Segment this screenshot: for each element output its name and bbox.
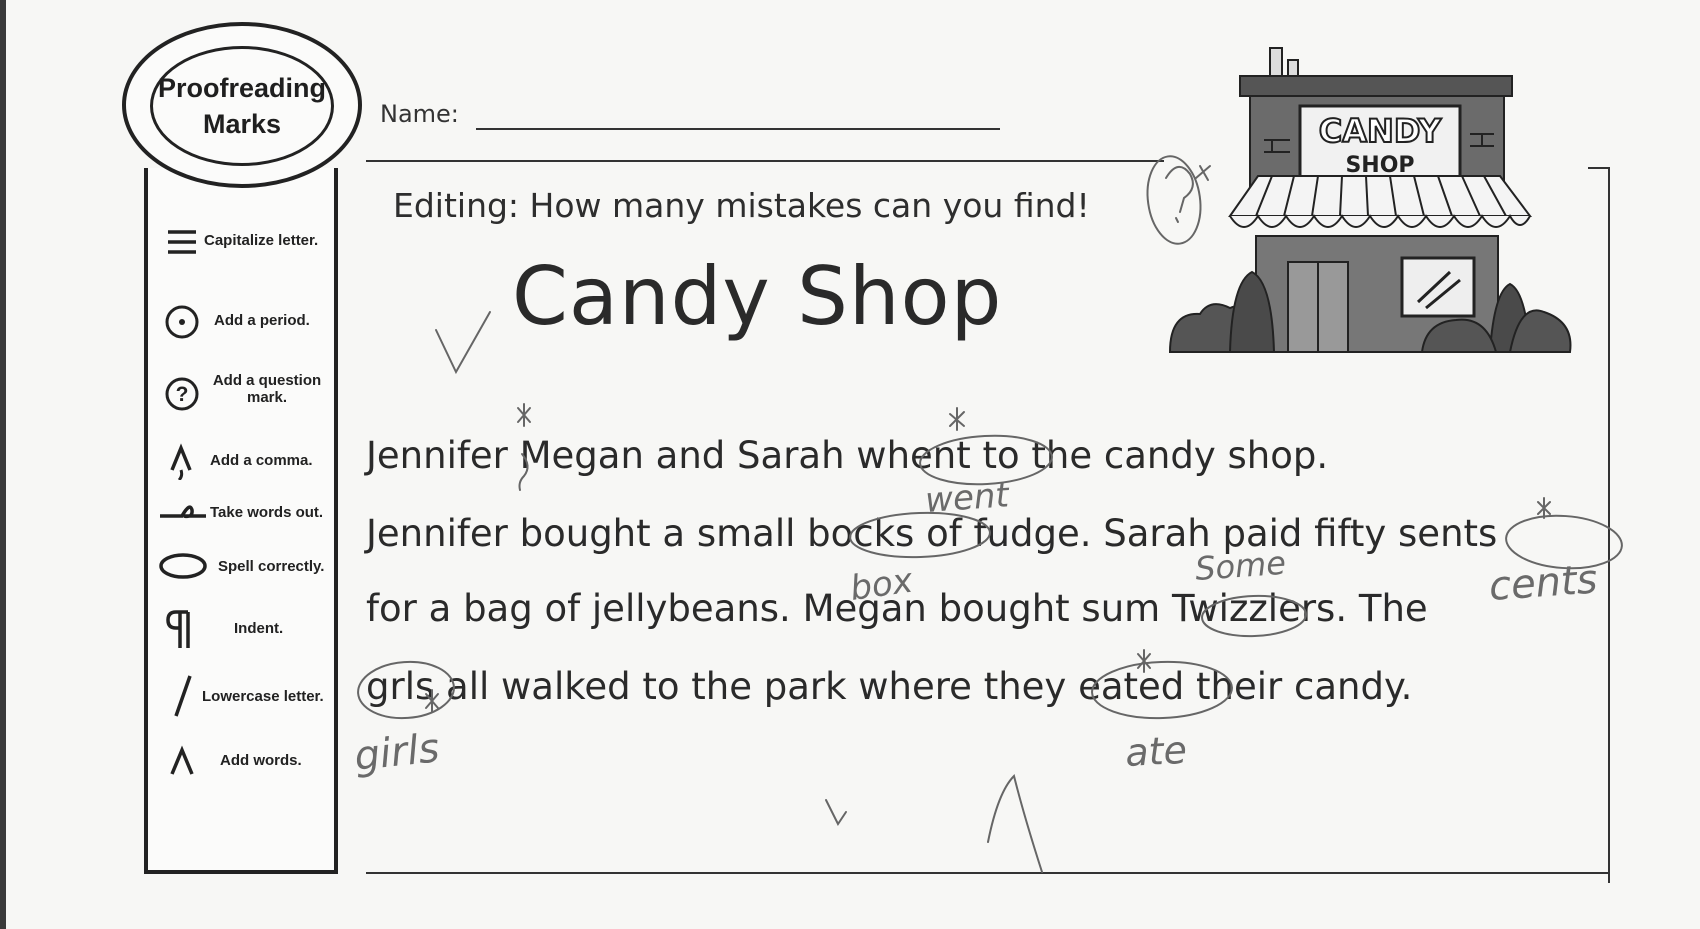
right-rule xyxy=(1608,167,1610,883)
mark-label-spell: Spell correctly. xyxy=(218,558,325,575)
mark-item-lowercase: Lowercase letter. xyxy=(148,670,334,720)
proofreading-marks-title: Proofreading Marks xyxy=(150,46,334,166)
lowercase-mark-icon xyxy=(174,675,192,717)
correction-ate: ate xyxy=(1124,728,1188,775)
story-line-3: for a bag of jellybeans. Megan bought su… xyxy=(366,587,1428,630)
mark-label-comma: Add a comma. xyxy=(210,452,313,469)
star-mark xyxy=(949,407,965,431)
proofreading-marks-title-text: Proofreading Marks xyxy=(157,73,326,139)
top-rule xyxy=(366,160,1164,162)
name-label: Name: xyxy=(380,100,459,128)
bottom-rule xyxy=(366,872,1610,874)
caret-mark-icon xyxy=(170,745,194,775)
story-line-4: grls all walked to the park where they e… xyxy=(366,665,1413,708)
indent-mark-icon xyxy=(166,610,190,648)
period-mark-icon xyxy=(165,305,199,339)
mark-item-spell: Spell correctly. xyxy=(148,546,334,586)
story-line-2: Jennifer bought a small bocks of fudge. … xyxy=(366,512,1498,555)
editing-prompt: Editing: How many mistakes can you find! xyxy=(393,186,1090,225)
scan-edge xyxy=(0,0,6,929)
mark-label-indent: Indent. xyxy=(234,620,284,637)
svg-text:?: ? xyxy=(176,383,189,406)
circle-sents xyxy=(1505,514,1623,570)
mark-item-comma: Add a comma. xyxy=(148,440,334,480)
mark-label-capitalize: Capitalize letter. xyxy=(204,232,319,249)
mark-item-question: ? Add a question mark. xyxy=(148,368,334,418)
star-mark xyxy=(517,403,531,427)
mark-label-add-words: Add words. xyxy=(220,752,302,769)
mark-item-indent: Indent. xyxy=(148,606,334,652)
capitalize-mark-icon xyxy=(168,230,196,254)
mark-label-delete: Take words out. xyxy=(210,504,324,521)
story-title: Candy Shop xyxy=(512,250,1003,343)
question-mark-icon: ? xyxy=(165,377,199,411)
mark-label-lowercase: Lowercase letter. xyxy=(202,688,324,705)
mark-item-add-words: Add words. xyxy=(148,742,334,782)
spell-mark-icon xyxy=(159,553,207,579)
name-input-line[interactable] xyxy=(476,128,1000,130)
comma-mark-icon xyxy=(170,443,192,480)
correction-girls: girls xyxy=(352,725,441,780)
sign-text-candy: CANDY xyxy=(1319,112,1442,150)
correction-cents: cents xyxy=(1487,557,1598,610)
mark-item-period: Add a period. xyxy=(148,302,334,342)
caret-scribble xyxy=(987,774,1043,873)
mark-label-period: Add a period. xyxy=(214,312,310,329)
mark-item-delete: Take words out. xyxy=(148,494,334,534)
delete-mark-icon xyxy=(160,505,206,519)
mark-label-question: Add a question mark. xyxy=(212,372,322,406)
candy-shop-illustration: CANDY SHOP xyxy=(1168,47,1572,353)
story-line-1: Jennifer Megan and Sarah whent to the ca… xyxy=(366,434,1329,477)
mark-item-capitalize: Capitalize letter. xyxy=(148,222,334,262)
check-mark xyxy=(435,311,491,375)
star-mark xyxy=(1537,497,1551,519)
sign-text-shop: SHOP xyxy=(1345,153,1414,178)
